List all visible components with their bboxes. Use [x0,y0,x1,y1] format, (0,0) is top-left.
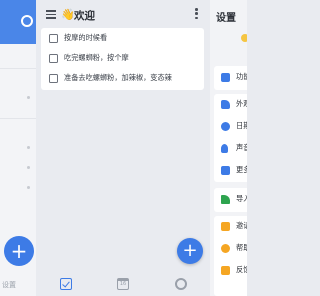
menu-icon[interactable] [46,10,56,19]
settings-title: 设置 [216,13,236,24]
settings-item-features[interactable]: 功能 [214,67,247,89]
add-todo-button[interactable]: + [177,238,203,264]
settings-item-more[interactable]: 更多 [214,160,247,182]
left-panel-header [0,0,36,44]
left-partial-panel: + 设置 [0,0,36,296]
todo-text: 吃完螺蛳粉，按个摩 [64,53,129,62]
gift-icon [221,222,230,231]
tab-settings[interactable] [175,278,187,290]
palette-icon [221,100,230,109]
checkbox-icon[interactable] [49,74,58,83]
settings-item-import[interactable]: 导入 [214,189,247,211]
checkbox-icon[interactable] [49,54,58,63]
todo-text: 按摩的时候看 [64,33,108,42]
settings-item-label: 反馈 [236,265,247,274]
top-bar: 👋 欢迎 [37,0,209,30]
bottom-nav: 16 [37,272,209,296]
settings-panel: 设置 功能 外观 日期 声音 更多 导入 邀请 帮助 反馈 [210,0,247,296]
left-divider [0,68,36,69]
settings-item-help[interactable]: 帮助 [214,238,247,260]
calendar-day: 16 [119,281,127,287]
clock-icon [221,122,230,131]
help-icon [221,244,230,253]
left-item-marker [27,146,30,149]
tab-todo[interactable] [60,278,72,290]
more-vertical-icon[interactable] [195,8,199,22]
settings-item-label: 日期 [236,121,247,130]
settings-card: 邀请 帮助 反馈 [214,216,247,296]
sun-icon [241,34,247,42]
page-title: 欢迎 [74,10,95,22]
settings-item-feedback[interactable]: 反馈 [214,260,247,282]
todo-item[interactable]: 吃完螺蛳粉，按个摩 [41,50,204,68]
settings-item-label: 导入 [236,194,247,203]
settings-card: 功能 [214,66,247,90]
todo-card: 按摩的时候看 吃完螺蛳粉，按个摩 准备去吃螺蛳粉，加辣椒，变态辣 [41,28,204,90]
left-divider [0,118,36,119]
settings-card: 导入 [214,188,247,212]
settings-item-sound[interactable]: 声音 [214,138,247,160]
grid-icon [221,73,230,82]
left-item-marker [27,166,30,169]
settings-card: 外观 日期 声音 更多 [214,94,247,182]
todo-text: 准备去吃螺蛳粉，加辣椒，变态辣 [64,73,172,82]
settings-item-label: 声音 [236,143,247,152]
checkbox-icon[interactable] [49,34,58,43]
main-column: 👋 欢迎 按摩的时候看 吃完螺蛳粉，按个摩 准备去吃螺蛳粉，加辣椒，变态辣 + … [37,0,209,296]
apps-icon [221,166,230,175]
tab-calendar[interactable]: 16 [117,278,129,290]
left-add-button[interactable]: + [4,236,34,266]
todo-item[interactable]: 按摩的时候看 [41,30,204,48]
left-item-marker [27,186,30,189]
feedback-icon [221,266,230,275]
settings-item-appearance[interactable]: 外观 [214,94,247,116]
share-icon [221,195,230,204]
settings-item-label: 帮助 [236,243,247,252]
settings-item-label: 外观 [236,99,247,108]
settings-item-label: 功能 [236,72,247,81]
todo-item[interactable]: 准备去吃螺蛳粉，加辣椒，变态辣 [41,70,204,88]
left-item-marker [27,96,30,99]
target-icon[interactable] [21,15,33,27]
waving-hand-icon: 👋 [61,8,75,21]
settings-item-label: 邀请 [236,221,247,230]
left-bottom-label: 设置 [2,281,16,289]
music-icon [221,144,228,153]
settings-item-label: 更多 [236,165,247,174]
settings-item-date[interactable]: 日期 [214,116,247,138]
settings-item-invite[interactable]: 邀请 [214,216,247,238]
